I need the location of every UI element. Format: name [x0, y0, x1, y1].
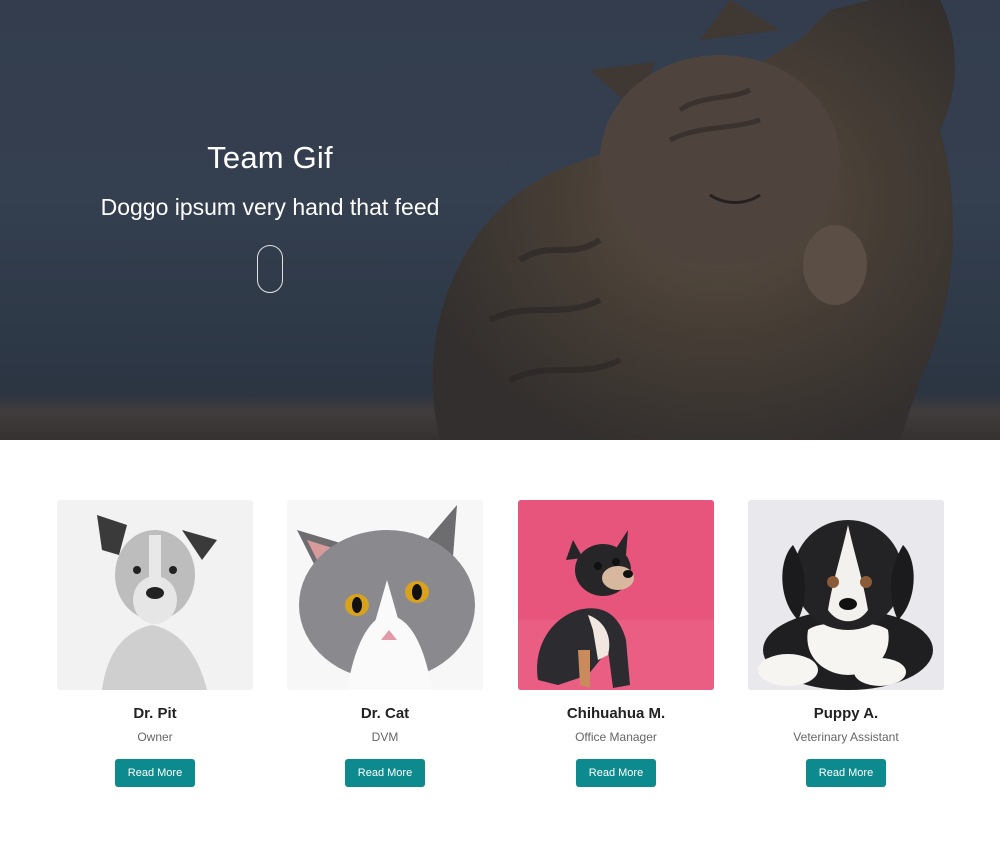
hero-title: Team Gif [207, 140, 333, 175]
team-member-name: Dr. Pit [133, 705, 177, 722]
team-member-name: Chihuahua M. [566, 705, 666, 722]
team-member-name: Dr. Cat [360, 705, 410, 722]
team-member-role: Owner [137, 730, 173, 744]
hero-section: Team Gif Doggo ipsum very hand that feed [0, 0, 1000, 440]
read-more-button[interactable]: Read More [345, 759, 425, 787]
team-card: Dr. Pit Owner Read More [57, 500, 253, 787]
team-card: Puppy A. Veterinary Assistant Read More [748, 500, 944, 787]
team-card: Dr. Cat DVM Read More [287, 500, 483, 787]
puppy-icon [748, 500, 944, 690]
team-member-photo [748, 500, 944, 690]
team-member-photo [518, 500, 714, 690]
team-card: Chihuahua M. Office Manager Read More [518, 500, 714, 787]
read-more-button[interactable]: Read More [115, 759, 195, 787]
team-member-role: DVM [371, 730, 399, 744]
hero-subtitle: Doggo ipsum very hand that feed [100, 194, 440, 220]
read-more-button[interactable]: Read More [806, 759, 886, 787]
team-member-name: Puppy A. [813, 705, 879, 722]
cat-icon [287, 500, 483, 690]
pitbull-icon [57, 500, 253, 690]
read-more-button[interactable]: Read More [576, 759, 656, 787]
chihuahua-icon [518, 500, 714, 690]
team-member-role: Veterinary Assistant [793, 730, 899, 744]
team-member-photo [57, 500, 253, 690]
hero-content: Team Gif Doggo ipsum very hand that feed [40, 140, 500, 293]
mouse-scroll-icon[interactable] [257, 245, 283, 293]
team-section: Dr. Pit Owner Read More Dr. Cat DVM Read… [0, 440, 1000, 850]
team-member-photo [287, 500, 483, 690]
team-member-role: Office Manager [575, 730, 657, 744]
